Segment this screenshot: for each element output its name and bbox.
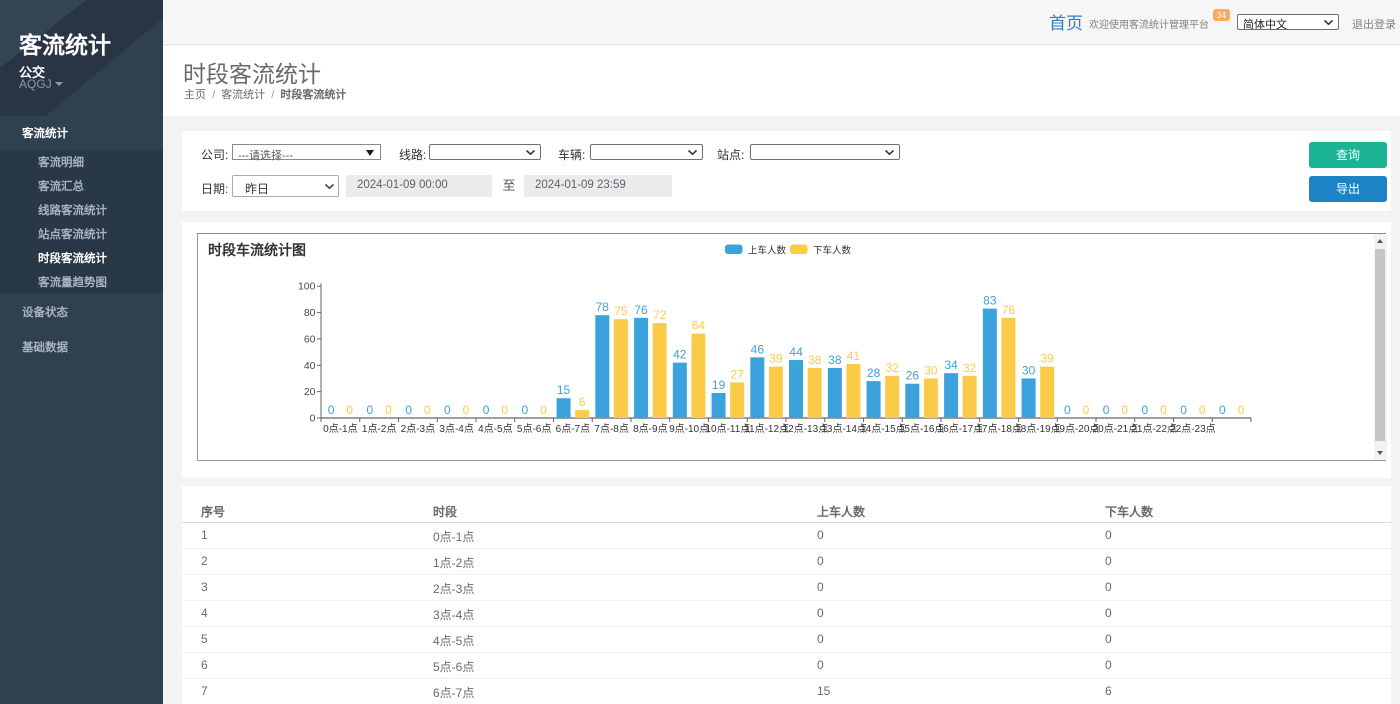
- svg-text:0: 0: [540, 403, 547, 417]
- svg-text:39: 39: [769, 352, 783, 366]
- svg-text:0: 0: [1238, 403, 1245, 417]
- svg-text:0: 0: [501, 403, 508, 417]
- svg-text:46: 46: [751, 342, 765, 356]
- svg-text:42: 42: [673, 348, 687, 362]
- svg-text:0: 0: [1219, 403, 1226, 417]
- svg-text:83: 83: [983, 294, 997, 308]
- svg-text:32: 32: [885, 361, 899, 375]
- svg-text:60: 60: [304, 333, 316, 345]
- svg-text:78: 78: [596, 300, 610, 314]
- svg-text:1点-2点: 1点-2点: [362, 423, 396, 435]
- svg-text:38: 38: [808, 353, 822, 367]
- svg-text:0: 0: [1180, 403, 1187, 417]
- svg-text:39: 39: [1040, 352, 1054, 366]
- svg-text:8点-9点: 8点-9点: [633, 423, 667, 435]
- svg-text:7点-8点: 7点-8点: [594, 423, 628, 435]
- svg-text:76: 76: [1002, 303, 1016, 317]
- svg-text:0点-1点: 0点-1点: [323, 423, 357, 435]
- svg-text:0: 0: [405, 403, 412, 417]
- svg-text:32: 32: [963, 361, 977, 375]
- svg-text:0: 0: [1064, 403, 1071, 417]
- svg-text:19: 19: [712, 378, 726, 392]
- svg-text:75: 75: [614, 304, 628, 318]
- svg-text:100: 100: [298, 281, 316, 293]
- svg-text:0: 0: [1103, 403, 1110, 417]
- svg-text:20: 20: [304, 386, 316, 398]
- svg-text:下车人数: 下车人数: [813, 245, 852, 257]
- svg-text:26: 26: [906, 369, 920, 383]
- svg-text:2点-3点: 2点-3点: [401, 423, 435, 435]
- svg-text:15: 15: [557, 383, 571, 397]
- svg-text:0: 0: [1141, 403, 1148, 417]
- svg-text:0: 0: [366, 403, 373, 417]
- svg-text:0: 0: [1121, 403, 1128, 417]
- svg-text:72: 72: [653, 308, 667, 322]
- svg-text:5点-6点: 5点-6点: [517, 423, 551, 435]
- svg-text:4点-5点: 4点-5点: [478, 423, 512, 435]
- svg-text:34: 34: [944, 358, 958, 372]
- svg-text:3点-4点: 3点-4点: [439, 423, 473, 435]
- svg-text:0: 0: [483, 403, 490, 417]
- svg-text:0: 0: [424, 403, 431, 417]
- svg-text:30: 30: [924, 363, 938, 377]
- svg-text:76: 76: [634, 303, 648, 317]
- svg-text:0: 0: [310, 413, 316, 425]
- svg-text:上车人数: 上车人数: [748, 245, 787, 257]
- svg-text:0: 0: [521, 403, 528, 417]
- svg-text:0: 0: [346, 403, 353, 417]
- svg-text:41: 41: [847, 349, 861, 363]
- svg-text:28: 28: [867, 366, 881, 380]
- svg-text:6: 6: [579, 395, 586, 409]
- svg-text:64: 64: [692, 319, 706, 333]
- svg-text:80: 80: [304, 307, 316, 319]
- svg-text:0: 0: [1083, 403, 1090, 417]
- svg-text:38: 38: [828, 353, 842, 367]
- svg-text:6点-7点: 6点-7点: [556, 423, 590, 435]
- svg-text:0: 0: [385, 403, 392, 417]
- svg-text:0: 0: [328, 403, 335, 417]
- svg-text:9点-10点: 9点-10点: [669, 423, 709, 435]
- svg-text:44: 44: [789, 345, 803, 359]
- svg-text:40: 40: [304, 360, 316, 372]
- svg-text:0: 0: [1160, 403, 1167, 417]
- svg-text:0: 0: [1199, 403, 1206, 417]
- svg-text:0: 0: [444, 403, 451, 417]
- svg-text:0: 0: [463, 403, 470, 417]
- svg-text:22点-23点: 22点-23点: [1170, 423, 1216, 435]
- svg-text:30: 30: [1022, 363, 1036, 377]
- svg-text:27: 27: [730, 367, 744, 381]
